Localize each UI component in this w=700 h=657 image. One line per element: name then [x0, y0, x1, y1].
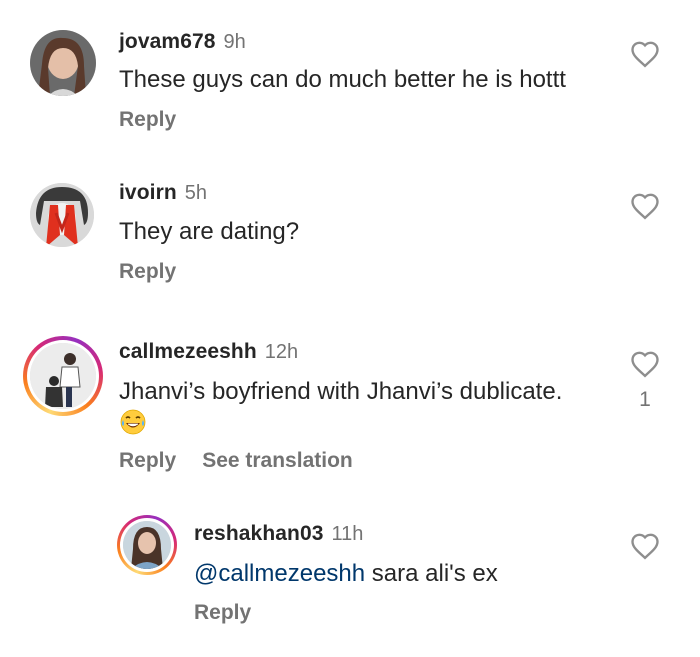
reply-text: @callmezeeshh sara ali's ex — [194, 560, 498, 588]
comment-text: They are dating? — [119, 218, 300, 245]
heart-outline-icon[interactable] — [630, 532, 660, 560]
username[interactable]: ivoirn — [119, 181, 177, 204]
comment-meta: ivoirn 5h — [119, 181, 207, 205]
comment-text: Jhanvi’s boyfriend with Jhanvi’s dublica… — [119, 378, 563, 405]
reply-item: reshakhan03 11h @callmezeeshh sara ali's … — [0, 500, 700, 657]
story-ring[interactable] — [117, 515, 177, 575]
timestamp: 11h — [331, 523, 364, 545]
avatar — [123, 521, 171, 569]
timestamp: 5h — [184, 182, 208, 204]
timestamp: 12h — [264, 341, 299, 363]
heart-outline-icon[interactable] — [630, 350, 660, 378]
avatar[interactable] — [30, 30, 96, 96]
reply-button[interactable]: Reply — [119, 260, 176, 283]
username[interactable]: reshakhan03 — [194, 522, 324, 545]
avatar-photo — [30, 30, 96, 96]
comment-item: callmezeeshh 12h Jhanvi’s boyfriend with … — [0, 310, 700, 500]
avatar-photo — [123, 521, 171, 569]
avatar — [30, 343, 96, 409]
reply-actions: Reply — [194, 601, 251, 625]
story-ring[interactable] — [23, 336, 103, 416]
reply-meta: reshakhan03 11h — [194, 522, 363, 546]
reply-button[interactable]: Reply — [119, 108, 176, 131]
comment-actions: Reply — [119, 108, 176, 132]
timestamp: 9h — [223, 31, 246, 53]
avatar[interactable] — [30, 183, 94, 247]
reply-button[interactable]: Reply — [194, 601, 251, 624]
like-count: 1 — [639, 388, 651, 411]
comment-item: ivoirn 5h They are dating? Reply — [0, 150, 700, 310]
reply-button[interactable]: Reply — [119, 449, 176, 472]
comment-meta: jovam678 9h — [119, 30, 246, 54]
heart-outline-icon[interactable] — [630, 192, 660, 220]
avatar-photo — [30, 343, 96, 409]
reply-body: sara ali's ex — [365, 560, 498, 587]
mention-link[interactable]: @callmezeeshh — [194, 560, 365, 587]
username[interactable]: callmezeeshh — [119, 340, 257, 363]
comment-actions: Reply — [119, 260, 176, 284]
heart-outline-icon[interactable] — [630, 40, 660, 68]
tears-of-joy-emoji — [120, 409, 146, 435]
see-translation-button[interactable]: See translation — [202, 449, 353, 472]
avatar-photo — [30, 183, 94, 247]
username[interactable]: jovam678 — [119, 30, 216, 53]
comment-meta: callmezeeshh 12h — [119, 340, 298, 364]
comment-item: jovam678 9h These guys can do much better… — [0, 0, 700, 150]
comment-text: These guys can do much better he is hott… — [119, 66, 566, 93]
comment-actions: Reply See translation — [119, 449, 353, 473]
